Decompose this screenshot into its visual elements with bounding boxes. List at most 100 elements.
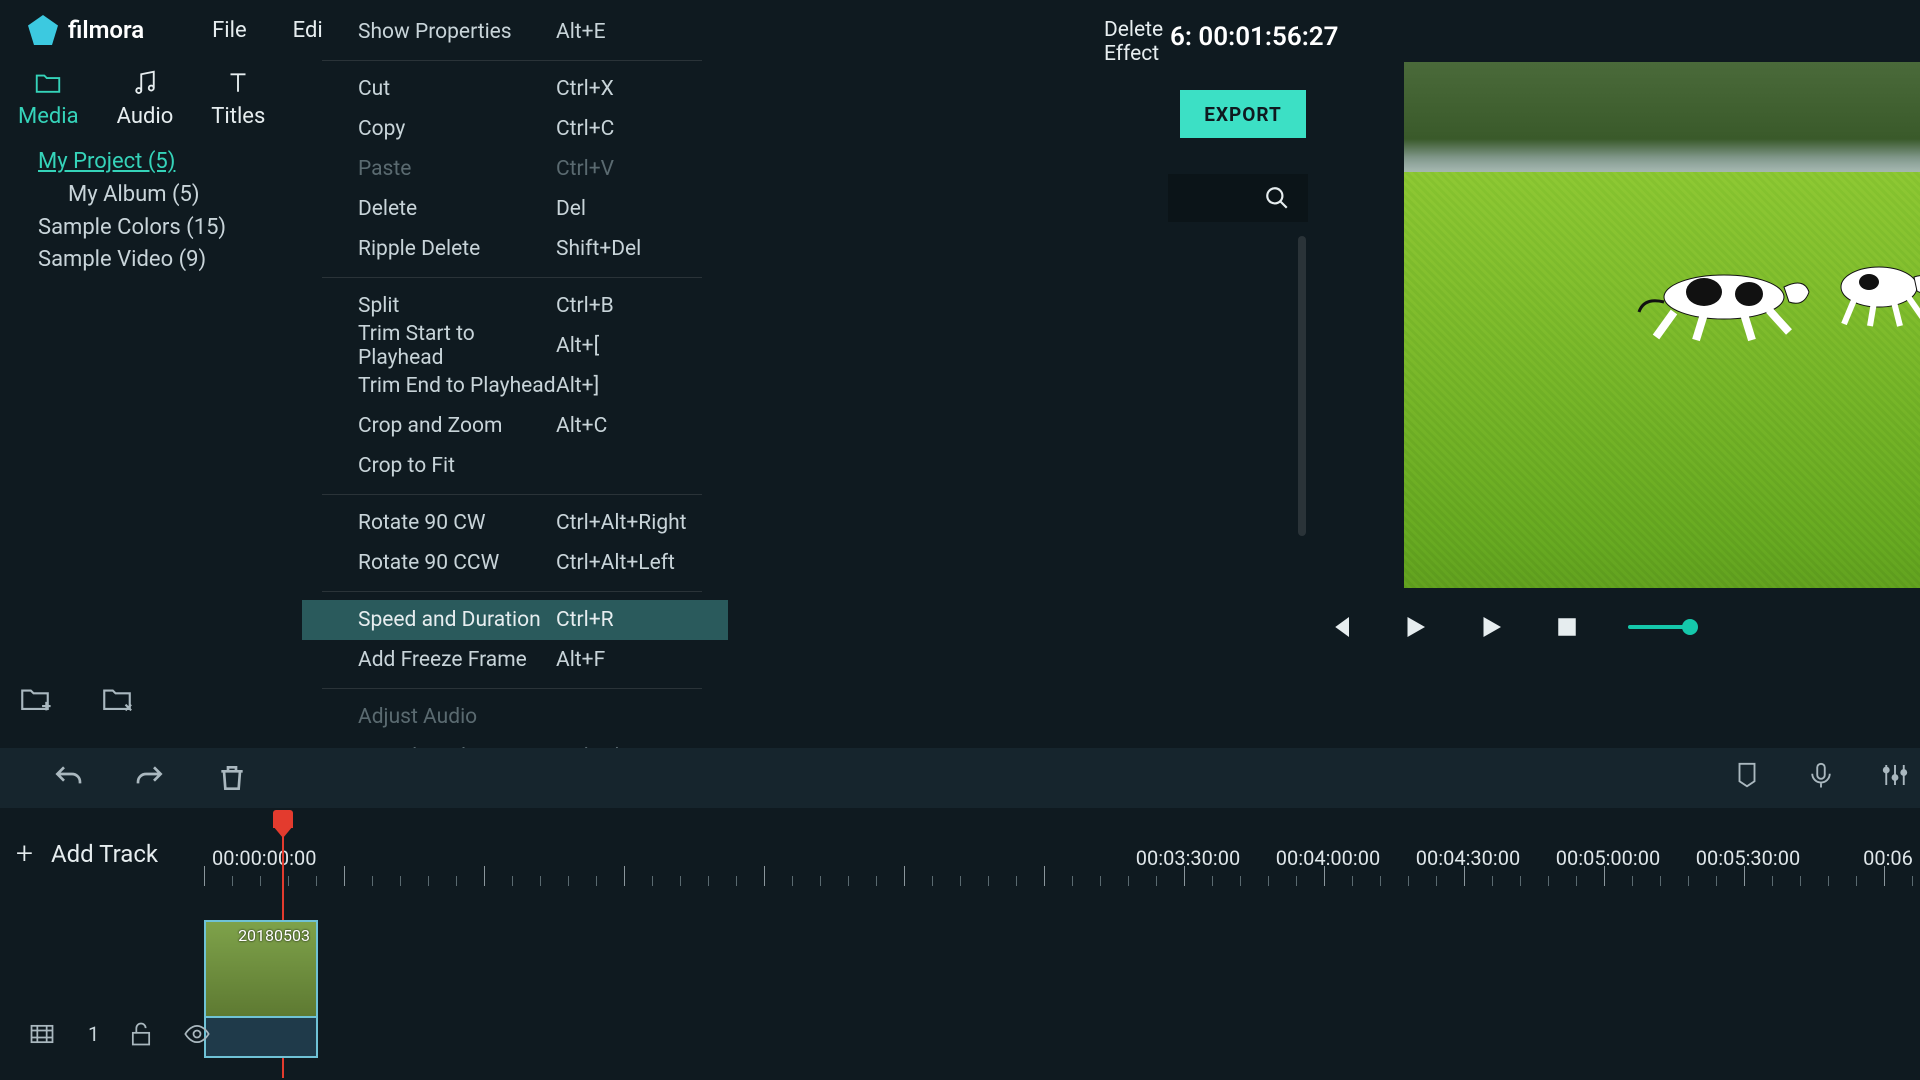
ctx-item-label: Rotate 90 CCW <box>358 551 556 575</box>
ctx-item-crop-to-fit[interactable]: Crop to Fit <box>358 446 1078 486</box>
ctx-item-rotate-90-cw[interactable]: Rotate 90 CWCtrl+Alt+Right <box>358 503 1078 543</box>
panel-tabs: Media Audio Titles <box>0 60 320 129</box>
ctx-item-label: Adjust Audio <box>358 705 556 729</box>
tree-item-my-project[interactable]: My Project (5) <box>38 147 320 178</box>
ruler-ticks <box>204 866 1920 888</box>
preview-controls <box>1324 612 1692 642</box>
ctx-item-label: Show Properties <box>358 20 556 44</box>
eye-icon[interactable] <box>183 1020 211 1048</box>
ctx-item-speed-and-duration[interactable]: Speed and DurationCtrl+R <box>302 600 728 640</box>
preview-background-trees <box>1404 62 1920 172</box>
stop-icon[interactable] <box>1552 612 1582 642</box>
ctx-item-shortcut: Alt+[ <box>556 334 599 358</box>
preview-timecode: 6: 00:01:56:27 <box>1170 22 1338 52</box>
ctx-item-paste: PasteCtrl+V <box>358 149 1078 189</box>
marker-icon[interactable] <box>1732 760 1762 790</box>
ctx-item-label: Paste <box>358 157 556 181</box>
ctx-item-label: Copy <box>358 117 556 141</box>
ctx-separator <box>322 688 702 689</box>
ctx-item-shortcut: Alt+] <box>556 374 599 398</box>
add-track-button[interactable]: + Add Track <box>16 836 158 871</box>
timeline-toolbar <box>0 748 1920 808</box>
track-controls: 1 <box>28 1020 211 1048</box>
ctx-item-label: Crop to Fit <box>358 454 556 478</box>
ctx-item-label: Split <box>358 294 556 318</box>
timeline-clip-audio[interactable] <box>204 1018 318 1058</box>
menu-file[interactable]: File <box>194 14 265 47</box>
tab-label: Titles <box>211 104 265 129</box>
ctx-item-label: Delete <box>358 197 556 221</box>
ctx-item-trim-start-to-playhead[interactable]: Trim Start to PlayheadAlt+[ <box>358 326 1078 366</box>
tree-item-sample-video[interactable]: Sample Video (9) <box>38 245 320 276</box>
voiceover-icon[interactable] <box>1806 760 1836 790</box>
volume-thumb[interactable] <box>1682 619 1698 635</box>
tree-item-my-album[interactable]: My Album (5) <box>38 180 320 211</box>
ctx-item-label: Rotate 90 CW <box>358 511 556 535</box>
ctx-separator <box>322 591 702 592</box>
tab-label: Media <box>18 104 79 129</box>
ctx-item-copy[interactable]: CopyCtrl+C <box>358 109 1078 149</box>
unlock-icon[interactable] <box>127 1020 155 1048</box>
media-folder-actions <box>18 682 134 716</box>
ctx-item-shortcut: Alt+C <box>556 414 607 438</box>
music-icon <box>130 68 160 98</box>
preview-background-grass <box>1404 172 1920 588</box>
ctx-item-add-freeze-frame[interactable]: Add Freeze FrameAlt+F <box>358 640 1078 680</box>
ctx-item-label: Ripple Delete <box>358 237 556 261</box>
ctx-item-ripple-delete[interactable]: Ripple DeleteShift+Del <box>358 229 1078 269</box>
prev-frame-icon[interactable] <box>1324 612 1354 642</box>
delete-icon[interactable] <box>216 762 248 794</box>
ctx-item-cut[interactable]: CutCtrl+X <box>358 69 1078 109</box>
ctx-item-shortcut: Ctrl+Alt+Left <box>556 551 675 575</box>
video-preview[interactable] <box>1404 62 1920 588</box>
export-button[interactable]: EXPORT <box>1180 90 1306 138</box>
volume-slider[interactable] <box>1628 625 1692 629</box>
ctx-item-shortcut: Ctrl+R <box>556 608 614 632</box>
ctx-delete-effect[interactable]: Delete Effect <box>1104 18 1168 66</box>
remove-folder-icon[interactable] <box>100 682 134 716</box>
menu-edit[interactable]: Edi <box>275 14 341 47</box>
ctx-item-show-properties[interactable]: Show PropertiesAlt+E <box>358 12 1078 52</box>
preview-panel <box>1404 62 1920 588</box>
next-frame-icon[interactable] <box>1476 612 1506 642</box>
play-icon[interactable] <box>1400 612 1430 642</box>
ctx-item-label: Crop and Zoom <box>358 414 556 438</box>
tab-media[interactable]: Media <box>18 68 79 129</box>
ctx-separator <box>322 277 702 278</box>
ctx-item-shortcut: Ctrl+Alt+Right <box>556 511 687 535</box>
search-area[interactable] <box>1168 174 1308 222</box>
add-folder-icon[interactable] <box>18 682 52 716</box>
tab-titles[interactable]: Titles <box>211 68 265 129</box>
ctx-item-delete[interactable]: DeleteDel <box>358 189 1078 229</box>
ctx-item-split[interactable]: SplitCtrl+B <box>358 286 1078 326</box>
ctx-item-shortcut: Alt+F <box>556 648 605 672</box>
ctx-item-trim-end-to-playhead[interactable]: Trim End to PlayheadAlt+] <box>358 366 1078 406</box>
ctx-item-shortcut: Shift+Del <box>556 237 641 261</box>
media-panel: Media Audio Titles My Project (5) My Alb… <box>0 60 320 278</box>
text-icon <box>223 68 253 98</box>
media-scrollbar[interactable] <box>1298 236 1306 536</box>
ctx-item-label: Cut <box>358 77 556 101</box>
undo-icon[interactable] <box>52 762 84 794</box>
ctx-item-label: Trim End to Playhead <box>358 374 556 398</box>
preview-subject-dog-2 <box>1824 242 1920 332</box>
add-track-label: Add Track <box>51 840 158 868</box>
filmstrip-icon[interactable] <box>28 1020 56 1048</box>
plus-icon: + <box>16 836 33 871</box>
mixer-icon[interactable] <box>1880 760 1910 790</box>
ctx-separator <box>322 494 702 495</box>
tab-label: Audio <box>117 104 174 129</box>
preview-subject-dog-1 <box>1634 252 1814 342</box>
media-tree: My Project (5) My Album (5) Sample Color… <box>0 129 320 276</box>
ctx-item-shortcut: Ctrl+V <box>556 157 614 181</box>
tree-item-sample-colors[interactable]: Sample Colors (15) <box>38 213 320 244</box>
tab-audio[interactable]: Audio <box>117 68 174 129</box>
app-name: filmora <box>68 16 144 44</box>
ctx-item-label: Speed and Duration <box>358 608 556 632</box>
track-number: 1 <box>88 1022 99 1046</box>
redo-icon[interactable] <box>134 762 166 794</box>
search-icon <box>1264 185 1290 211</box>
ctx-item-rotate-90-ccw[interactable]: Rotate 90 CCWCtrl+Alt+Left <box>358 543 1078 583</box>
ctx-item-crop-and-zoom[interactable]: Crop and ZoomAlt+C <box>358 406 1078 446</box>
timeline-clip[interactable]: 20180503 <box>204 920 318 1018</box>
